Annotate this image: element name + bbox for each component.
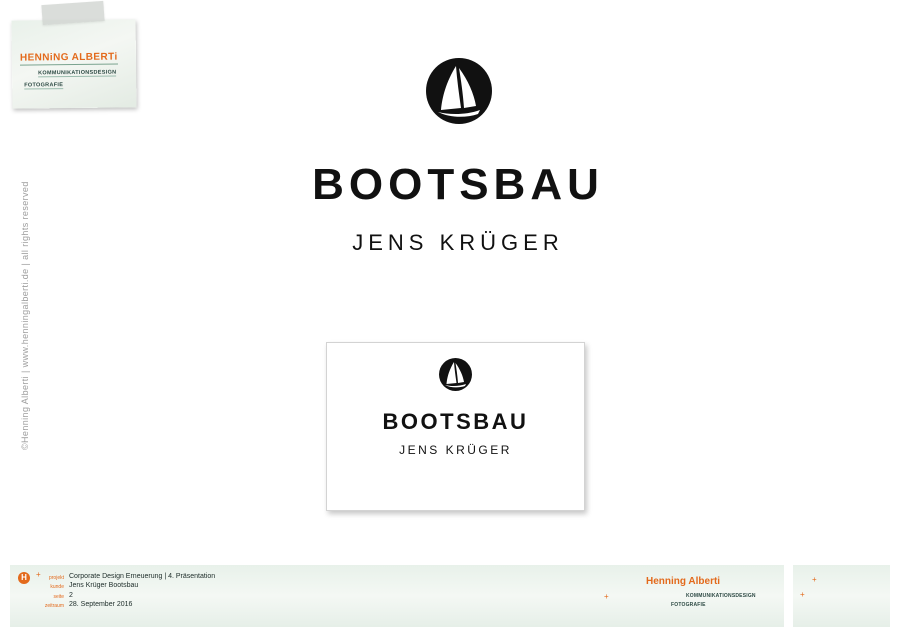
footer-value-zeitraum: 28. September 2016 [69, 601, 133, 608]
footer-brand-name: Henning Alberti [646, 576, 721, 587]
footer-side-panel: + + [793, 565, 890, 627]
plus-mark-icon: + [604, 592, 609, 601]
copyright-note: ©Henning Alberti | www.henningalberti.de… [20, 181, 30, 450]
sticker-line-design: KOMMUNIKATIONSDESIGN [38, 69, 117, 78]
footer-brand-photo: FOTOGRAFIE [671, 602, 706, 608]
footer-brand-design: KOMMUNIKATIONSDESIGN [686, 593, 756, 599]
footer-label-seite: seite [53, 594, 64, 600]
card-sailboat-icon [439, 358, 472, 391]
footer-value-kunde: Jens Krüger Bootsbau [69, 582, 139, 589]
sticker-line-photo: FOTOGRAFIE [24, 82, 64, 90]
sticker-brand-name: HENNiNG ALBERTi [19, 51, 118, 66]
sailboat-logo-icon [426, 58, 492, 124]
footer-info-bar: H + + projekt Corporate Design Erneuerun… [10, 565, 784, 627]
footer-label-kunde: kunde [50, 584, 64, 590]
card-title: BOOTSBAU [382, 409, 529, 434]
footer-value-seite: 2 [69, 592, 73, 599]
logo-title: BOOTSBAU [312, 160, 604, 209]
card-subtitle: JENS KRÜGER [399, 443, 512, 457]
footer-label-projekt: projekt [48, 575, 64, 581]
plus-mark-icon: + [800, 590, 805, 599]
footer-value-projekt: Corporate Design Erneuerung | 4. Präsent… [69, 573, 216, 580]
plus-mark-icon: + [812, 575, 817, 584]
logo-subtitle: JENS KRÜGER [352, 230, 564, 255]
sticker-logo-note: HENNiNG ALBERTi KOMMUNIKATIONSDESIGN FOT… [11, 19, 137, 109]
footer-label-zeitraum: zeitraum [44, 603, 64, 609]
